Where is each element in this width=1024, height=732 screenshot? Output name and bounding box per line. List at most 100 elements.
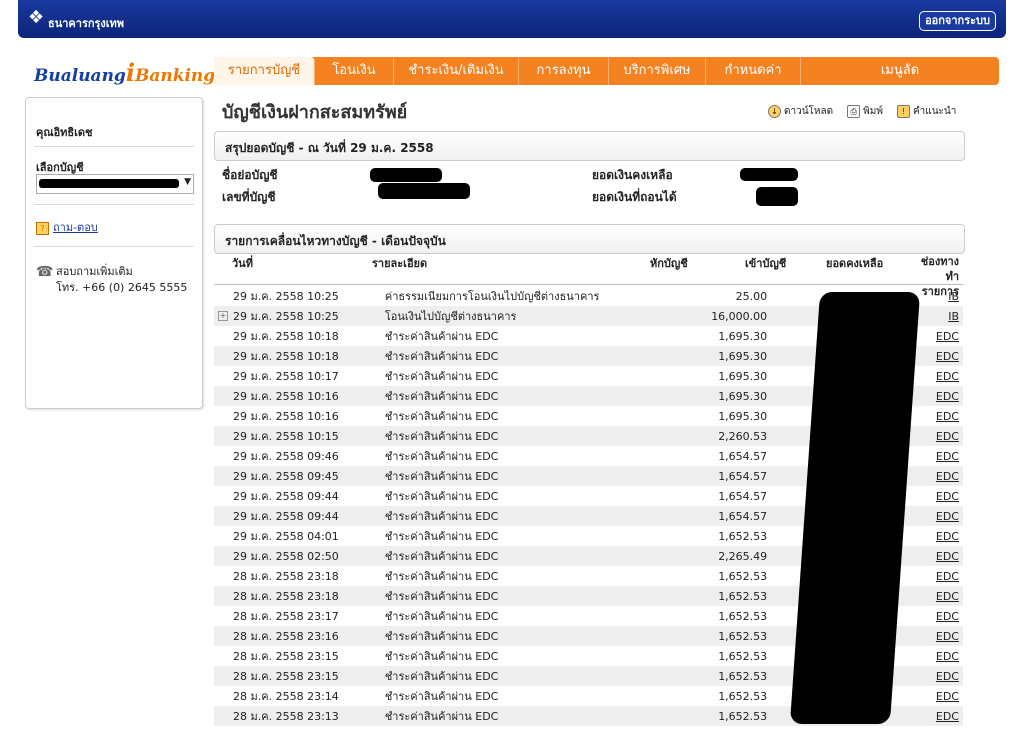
cell-date: 28 ม.ค. 2558 23:13	[214, 706, 365, 726]
logout-button[interactable]: ออกจากระบบ	[919, 11, 996, 31]
cell-date: 28 ม.ค. 2558 23:14	[214, 686, 365, 706]
balance-label: ยอดเงินคงเหลือ	[592, 168, 673, 182]
bualuang-ibanking-logo[interactable]: BualuangiBanking	[34, 58, 215, 87]
cell-debit: 1,652.53	[627, 566, 767, 586]
cell-debit-text: 1,652.53	[718, 649, 768, 663]
contact-info: ☎ สอบถามเพิ่มเติม โทร. +66 (0) 2645 5555	[36, 264, 187, 296]
help-icon: !	[896, 105, 910, 118]
cell-date-text: 29 ม.ค. 2558 09:44	[233, 490, 339, 503]
cell-debit: 1,695.30	[627, 386, 767, 406]
cell-debit: 1,652.53	[627, 526, 767, 546]
download-button[interactable]: ↓ ดาวน์โหลด	[768, 104, 833, 119]
cell-description-text: ชำระค่าสินค้าผ่าน EDC	[384, 470, 499, 483]
cell-description: ชำระค่าสินค้าผ่าน EDC	[365, 606, 627, 626]
cell-channel: IB	[936, 286, 963, 306]
redacted-nickname	[370, 168, 442, 182]
cell-channel-text[interactable]: EDC	[936, 490, 959, 503]
cell-channel-text[interactable]: EDC	[936, 630, 959, 643]
print-icon: ⎙	[847, 105, 861, 118]
cell-channel-text[interactable]: EDC	[936, 690, 959, 703]
cell-channel-text[interactable]: EDC	[936, 670, 959, 683]
cell-channel: EDC	[936, 326, 963, 346]
sidebar: คุณอิทธิเดช เลือกบัญชี ▼ ? ถาม-ตอบ ☎ สอบถ…	[25, 97, 203, 409]
cell-debit: 1,654.57	[627, 446, 767, 466]
tab-investment[interactable]: การลงทุน	[519, 57, 609, 85]
cell-debit: 1,652.53	[627, 686, 767, 706]
redacted-account	[39, 179, 179, 188]
col-header-balance: ยอดคงเหลือ	[826, 257, 884, 270]
download-label: ดาวน์โหลด	[784, 106, 834, 117]
cell-description: ชำระค่าสินค้าผ่าน EDC	[365, 586, 627, 606]
col-header-debit: หักบัญชี	[650, 257, 688, 270]
cell-date: 29 ม.ค. 2558 02:50	[214, 546, 365, 566]
cell-channel-text[interactable]: EDC	[936, 430, 959, 443]
tab-settings[interactable]: กำหนดค่า	[706, 57, 801, 85]
cell-channel-text[interactable]: EDC	[936, 530, 959, 543]
cell-channel-text[interactable]: IB	[948, 310, 959, 323]
cell-channel-text[interactable]: EDC	[936, 330, 959, 343]
cell-channel-text[interactable]: EDC	[936, 510, 959, 523]
cell-description-text: ชำระค่าสินค้าผ่าน EDC	[384, 550, 499, 563]
cell-description: ชำระค่าสินค้าผ่าน EDC	[365, 386, 627, 406]
expand-icon[interactable]: +	[218, 311, 228, 321]
cell-channel-text[interactable]: EDC	[936, 610, 959, 623]
cell-date-text: 28 ม.ค. 2558 23:13	[233, 710, 339, 723]
cell-date: 29 ม.ค. 2558 09:46	[214, 446, 365, 466]
tab-accounts[interactable]: รายการบัญชี	[214, 57, 315, 85]
cell-date: 29 ม.ค. 2558 10:25	[214, 286, 365, 306]
cell-debit: 1,652.53	[627, 646, 767, 666]
tab-special-services[interactable]: บริการพิเศษ	[609, 57, 706, 85]
cell-date: 29 ม.ค. 2558 10:16	[214, 386, 365, 406]
cell-channel-text[interactable]: EDC	[936, 470, 959, 483]
col-header-channel-1: ช่องทาง	[920, 255, 959, 268]
cell-channel: EDC	[936, 526, 963, 546]
cell-description: ชำระค่าสินค้าผ่าน EDC	[365, 566, 627, 586]
page-title: บัญชีเงินฝากสะสมทรัพย์	[222, 102, 408, 123]
contact-line-1: สอบถามเพิ่มเติม	[56, 265, 133, 278]
cell-date: 29 ม.ค. 2558 09:44	[214, 486, 365, 506]
cell-description-text: ชำระค่าสินค้าผ่าน EDC	[384, 510, 499, 523]
cell-channel: EDC	[936, 446, 963, 466]
cell-channel-text[interactable]: EDC	[936, 410, 959, 423]
cell-channel-text[interactable]: EDC	[936, 650, 959, 663]
tab-payment-topup[interactable]: ชำระเงิน/เติมเงิน	[394, 57, 519, 85]
cell-debit: 2,265.49	[627, 546, 767, 566]
cell-channel-text[interactable]: EDC	[936, 450, 959, 463]
cell-channel-text[interactable]: EDC	[936, 550, 959, 563]
faq-link[interactable]: ? ถาม-ตอบ	[36, 218, 98, 236]
cell-date-text: 28 ม.ค. 2558 23:16	[233, 630, 339, 643]
cell-channel-text[interactable]: EDC	[936, 390, 959, 403]
print-label: พิมพ์	[863, 106, 883, 117]
page-tools: ↓ ดาวน์โหลด ⎙ พิมพ์ ! คำแนะนำ	[768, 104, 956, 119]
cell-channel-text[interactable]: IB	[948, 290, 959, 303]
cell-description-text: ชำระค่าสินค้าผ่าน EDC	[384, 390, 499, 403]
cell-date-text: 29 ม.ค. 2558 10:18	[233, 330, 339, 343]
cell-channel-text[interactable]: EDC	[936, 370, 959, 383]
cell-channel: EDC	[936, 586, 963, 606]
cell-debit-text: 1,695.30	[718, 409, 768, 423]
cell-date: +29 ม.ค. 2558 10:25	[214, 306, 365, 326]
bank-name: ธนาคารกรุงเทพ	[48, 17, 125, 30]
cell-description: ชำระค่าสินค้าผ่าน EDC	[365, 526, 627, 546]
cell-channel-text[interactable]: EDC	[936, 570, 959, 583]
cell-date-text: 29 ม.ค. 2558 10:25	[233, 290, 339, 303]
tab-transfer[interactable]: โอนเงิน	[315, 57, 394, 85]
cell-description-text: ชำระค่าสินค้าผ่าน EDC	[384, 710, 499, 723]
cell-description: ชำระค่าสินค้าผ่าน EDC	[365, 426, 627, 446]
help-button[interactable]: ! คำแนะนำ	[896, 104, 956, 119]
account-select[interactable]: ▼	[36, 174, 194, 194]
cell-description: ชำระค่าสินค้าผ่าน EDC	[365, 366, 627, 386]
cell-channel-text[interactable]: EDC	[936, 710, 959, 723]
redacted-account-number	[378, 183, 470, 199]
cell-channel-text[interactable]: EDC	[936, 590, 959, 603]
logo-text-banking: Banking	[134, 66, 216, 86]
cell-description: ชำระค่าสินค้าผ่าน EDC	[365, 646, 627, 666]
print-button[interactable]: ⎙ พิมพ์	[847, 104, 883, 119]
cell-channel-text[interactable]: EDC	[936, 350, 959, 363]
cell-date-text: 29 ม.ค. 2558 10:17	[233, 370, 339, 383]
cell-channel: IB	[936, 306, 963, 326]
cell-description-text: โอนเงินไปบัญชีต่างธนาคาร	[384, 310, 517, 323]
cell-debit: 1,652.53	[627, 606, 767, 626]
tab-shortcut-menu[interactable]: เมนูลัด	[801, 57, 999, 85]
cell-debit-text: 1,695.30	[718, 389, 768, 403]
